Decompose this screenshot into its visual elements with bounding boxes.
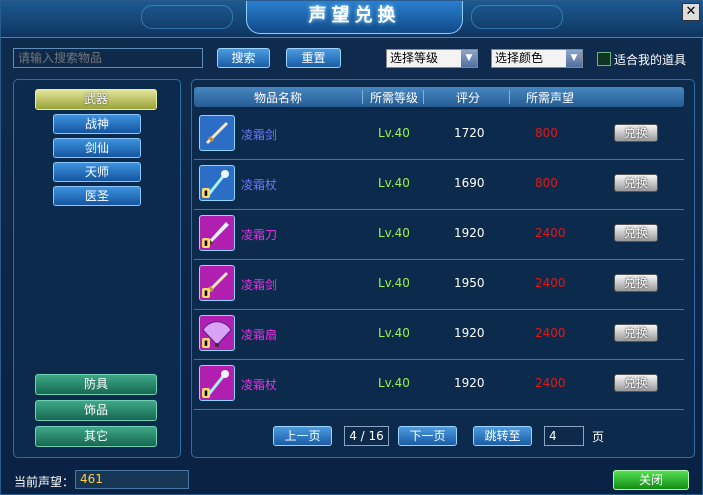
level-select[interactable]: 选择等级 ▼ [386, 49, 478, 68]
search-button[interactable]: 搜索 [217, 48, 270, 68]
item-name: 凌霜杖 [241, 378, 278, 392]
redeem-button[interactable]: 兑换 [614, 174, 658, 192]
my-items-checkbox[interactable] [597, 52, 611, 66]
subcategory-zhanshen[interactable]: 战神 [53, 114, 141, 134]
header-item-name: 物品名称 [254, 91, 303, 105]
category-other[interactable]: 其它 [35, 426, 157, 447]
page-indicator: 4 / 16 [344, 426, 389, 446]
level-select-value: 选择等级 [390, 51, 439, 65]
item-level: Lv.40 [378, 376, 410, 390]
title-bar: 声望兑换 ✕ [1, 1, 703, 38]
next-page-button[interactable]: 下一页 [398, 426, 457, 446]
reputation-exchange-window: 声望兑换 ✕ 搜索 重置 选择等级 ▼ 选择颜色 ▼ 适合我的道具 武器 战神 … [0, 0, 703, 495]
table-row: 凌霜剑 Lv.40 1720 800 兑换 [194, 109, 684, 160]
title-ornament-left [141, 5, 233, 29]
header-required-level: 所需等级 [370, 91, 419, 105]
lock-icon: ▮ [202, 188, 210, 198]
sword-icon [205, 121, 229, 145]
item-level: Lv.40 [378, 226, 410, 240]
item-name: 凌霜剑 [241, 128, 278, 142]
subcategory-tianshi[interactable]: 天师 [53, 162, 141, 182]
color-select[interactable]: 选择颜色 ▼ [491, 49, 583, 68]
current-reputation-label: 当前声望： [14, 475, 75, 489]
item-icon[interactable] [199, 115, 235, 151]
item-score: 1920 [454, 376, 485, 390]
item-reputation: 2400 [535, 226, 566, 240]
item-score: 1950 [454, 276, 485, 290]
prev-page-button[interactable]: 上一页 [273, 426, 332, 446]
redeem-button[interactable]: 兑换 [614, 374, 658, 392]
redeem-button[interactable]: 兑换 [614, 224, 658, 242]
redeem-button[interactable]: 兑换 [614, 124, 658, 142]
item-icon[interactable]: ▮ [199, 215, 235, 251]
item-reputation: 2400 [535, 276, 566, 290]
category-weapons[interactable]: 武器 [35, 89, 157, 110]
item-reputation: 800 [535, 126, 558, 140]
subcategory-yisheng[interactable]: 医圣 [53, 186, 141, 206]
item-level: Lv.40 [378, 126, 410, 140]
item-name: 凌霜剑 [241, 278, 278, 292]
lock-icon: ▮ [202, 288, 210, 298]
redeem-button[interactable]: 兑换 [614, 274, 658, 292]
category-armor[interactable]: 防具 [35, 374, 157, 395]
item-score: 1720 [454, 126, 485, 140]
page-unit-label: 页 [592, 430, 605, 444]
header-score: 评分 [456, 91, 481, 105]
item-name: 凌霜刀 [241, 228, 278, 242]
lock-icon: ▮ [202, 238, 210, 248]
header-divider [423, 90, 424, 104]
close-icon[interactable]: ✕ [682, 3, 700, 21]
item-name: 凌霜扇 [241, 328, 278, 342]
item-level: Lv.40 [378, 326, 410, 340]
item-reputation: 2400 [535, 326, 566, 340]
item-score: 1920 [454, 226, 485, 240]
table-row: ▮ 凌霜杖 Lv.40 1920 2400 兑换 [194, 359, 684, 410]
item-score: 1690 [454, 176, 485, 190]
item-icon[interactable]: ▮ [199, 365, 235, 401]
current-reputation-value: 461 [75, 470, 189, 489]
lock-icon: ▮ [202, 388, 210, 398]
item-name: 凌霜杖 [241, 178, 278, 192]
table-row: ▮ 凌霜杖 Lv.40 1690 800 兑换 [194, 159, 684, 210]
color-select-value: 选择颜色 [495, 51, 544, 65]
table-header: 物品名称 所需等级 评分 所需声望 [194, 87, 684, 107]
jump-to-button[interactable]: 跳转至 [473, 426, 532, 446]
search-input[interactable] [13, 48, 203, 68]
my-items-label: 适合我的道具 [614, 53, 687, 67]
reset-button[interactable]: 重置 [286, 48, 341, 68]
header-divider [362, 90, 363, 104]
table-row: ▮ 凌霜刀 Lv.40 1920 2400 兑换 [194, 209, 684, 260]
item-level: Lv.40 [378, 276, 410, 290]
header-divider [509, 90, 510, 104]
item-reputation: 2400 [535, 376, 566, 390]
item-score: 1920 [454, 326, 485, 340]
dropdown-arrow-icon: ▼ [566, 50, 582, 67]
item-level: Lv.40 [378, 176, 410, 190]
close-button[interactable]: 关闭 [613, 470, 689, 490]
subcategory-jianxian[interactable]: 剑仙 [53, 138, 141, 158]
item-icon[interactable]: ▮ [199, 165, 235, 201]
item-icon[interactable]: ▮ [199, 315, 235, 351]
table-row: ▮ 凌霜剑 Lv.40 1950 2400 兑换 [194, 259, 684, 310]
redeem-button[interactable]: 兑换 [614, 324, 658, 342]
window-title: 声望兑换 [246, 1, 463, 34]
header-required-reputation: 所需声望 [526, 91, 575, 105]
item-icon[interactable]: ▮ [199, 265, 235, 301]
title-ornament-right [471, 5, 563, 29]
item-reputation: 800 [535, 176, 558, 190]
dropdown-arrow-icon: ▼ [461, 50, 477, 67]
jump-page-input[interactable]: 4 [544, 426, 584, 446]
lock-icon: ▮ [202, 338, 210, 348]
table-row: ▮ 凌霜扇 Lv.40 1920 2400 兑换 [194, 309, 684, 360]
category-accessories[interactable]: 饰品 [35, 400, 157, 421]
